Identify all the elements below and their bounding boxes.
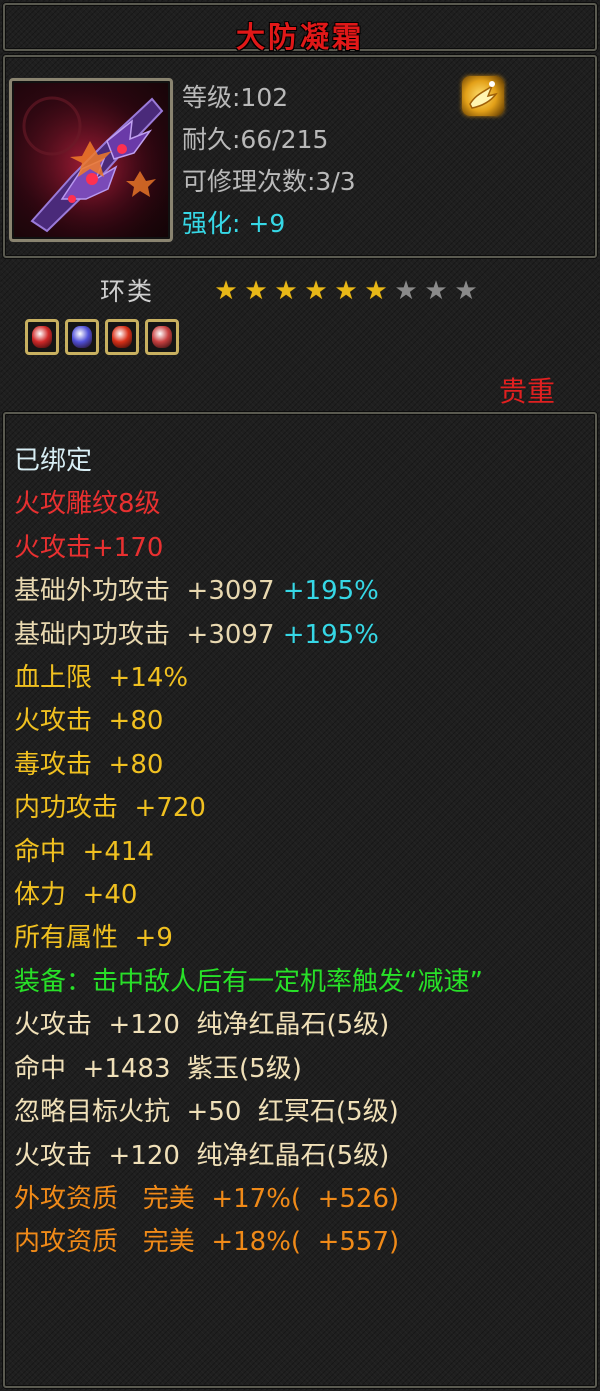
attribute-text: 所有属性 +9 xyxy=(14,923,173,954)
attribute-text: +195% xyxy=(282,619,379,650)
attribute-line: 所有属性 +9 xyxy=(14,917,584,960)
attribute-line: 基础内功攻击 +3097 +195% xyxy=(14,614,584,657)
red-gem-icon[interactable] xyxy=(105,319,139,355)
gem-stone xyxy=(152,326,172,348)
attribute-text: 忽略目标火抗 +50 红冥石(5级) xyxy=(14,1097,399,1128)
attribute-line: 命中 +1483 紫玉(5级) xyxy=(14,1048,584,1091)
item-repair-count: 可修理次数:3/3 xyxy=(182,167,356,196)
green-gem-icon[interactable] xyxy=(145,319,179,355)
attribute-line: 火攻击+170 xyxy=(14,527,584,570)
attribute-text: 装备：击中敌人后有一定机率触发“减速” xyxy=(14,966,483,997)
attribute-text: 火攻击+170 xyxy=(14,532,164,563)
lightning-icon xyxy=(469,81,498,109)
item-rarity: 贵重 xyxy=(498,375,555,408)
attribute-line: 火攻击 +120 纯净红晶石(5级) xyxy=(14,1004,584,1047)
item-name: 大防凝霜 xyxy=(235,20,364,54)
item-icon xyxy=(9,78,173,242)
attribute-line: 忽略目标火抗 +50 红冥石(5级) xyxy=(14,1091,584,1134)
attribute-line: 命中 +414 xyxy=(14,831,584,874)
star-filled-icon: ★ xyxy=(304,276,328,306)
attribute-line: 内攻资质 完美 +18%( +557) xyxy=(14,1221,584,1264)
star-rating: ★ ★ ★ ★ ★ ★ ★ ★ ★ xyxy=(211,277,481,305)
attribute-line: 血上限 +14% xyxy=(14,657,584,700)
enhance-label: 强化: xyxy=(182,209,241,238)
attribute-line: 已绑定 xyxy=(14,440,584,483)
attribute-text: 内攻资质 完美 +18%( +557) xyxy=(14,1227,400,1258)
gem-stone xyxy=(112,326,132,348)
attribute-text: 火攻雕纹8级 xyxy=(14,489,161,520)
attribute-text: 毒攻击 +80 xyxy=(14,749,164,780)
attribute-list: 已绑定 火攻雕纹8级 火攻击+170 基础外功攻击 +3097 +195% 基础内功攻击… xyxy=(14,440,584,1265)
bracelet-icon xyxy=(12,81,170,239)
star-filled-icon: ★ xyxy=(364,276,388,306)
item-stats: 等级:102 耐久:66/215 可修理次数:3/3 强化: +9 xyxy=(182,80,356,248)
attribute-line: 火攻击 +120 纯净红晶石(5级) xyxy=(14,1135,584,1178)
attribute-line: 基础外功攻击 +3097 +195% xyxy=(14,570,584,613)
attribute-line: 外攻资质 完美 +17%( +526) xyxy=(14,1178,584,1221)
attribute-text: 命中 +414 xyxy=(14,836,154,867)
star-filled-icon: ★ xyxy=(334,276,358,306)
green-gem-icon[interactable] xyxy=(25,319,59,355)
attribute-line: 内功攻击 +720 xyxy=(14,787,584,830)
attribute-text: 火攻击 +120 纯净红晶石(5级) xyxy=(14,1140,390,1171)
attribute-text: 体力 +40 xyxy=(14,880,138,911)
attribute-line: 毒攻击 +80 xyxy=(14,744,584,787)
item-enhance: 强化: +9 xyxy=(182,206,356,248)
item-durability: 耐久:66/215 xyxy=(182,125,329,154)
attribute-text: 已绑定 xyxy=(14,446,93,476)
attribute-line: 体力 +40 xyxy=(14,874,584,917)
attribute-text: 火攻击 +80 xyxy=(14,706,164,737)
item-type: 环类 xyxy=(100,277,155,306)
attribute-line: 装备：击中敌人后有一定机率触发“减速” xyxy=(14,961,584,1004)
gem-slots xyxy=(25,319,179,355)
purple-gem-icon[interactable] xyxy=(65,319,99,355)
gem-stone xyxy=(72,326,92,348)
attribute-text: +195% xyxy=(282,576,379,607)
star-empty-icon: ★ xyxy=(424,276,448,306)
attribute-line: 火攻雕纹8级 xyxy=(14,483,584,526)
star-filled-icon: ★ xyxy=(244,276,268,306)
star-empty-icon: ★ xyxy=(394,276,418,306)
attribute-text: 基础内功攻击 +3097 xyxy=(14,619,283,650)
star-filled-icon: ★ xyxy=(214,276,238,306)
attribute-text: 基础外功攻击 +3097 xyxy=(14,576,283,607)
gem-stone xyxy=(32,326,52,348)
enhance-value: +9 xyxy=(248,209,286,238)
attribute-text: 内功攻击 +720 xyxy=(14,793,206,824)
attribute-line: 火攻击 +80 xyxy=(14,700,584,743)
star-filled-icon: ★ xyxy=(274,276,298,306)
title-bar: 大防凝霜 xyxy=(3,3,597,54)
attribute-text: 血上限 +14% xyxy=(14,663,189,694)
attribute-text: 命中 +1483 紫玉(5级) xyxy=(14,1053,302,1084)
special-badge-icon xyxy=(462,76,504,116)
star-empty-icon: ★ xyxy=(454,276,478,306)
item-level: 等级:102 xyxy=(182,83,289,112)
attribute-text: 外攻资质 完美 +17%( +526) xyxy=(14,1183,400,1214)
attribute-text: 火攻击 +120 纯净红晶石(5级) xyxy=(14,1010,390,1041)
item-tooltip: 大防凝霜 等级:102 耐久:66/215 可修理次数:3/3 强化: +9 环… xyxy=(0,0,600,1391)
